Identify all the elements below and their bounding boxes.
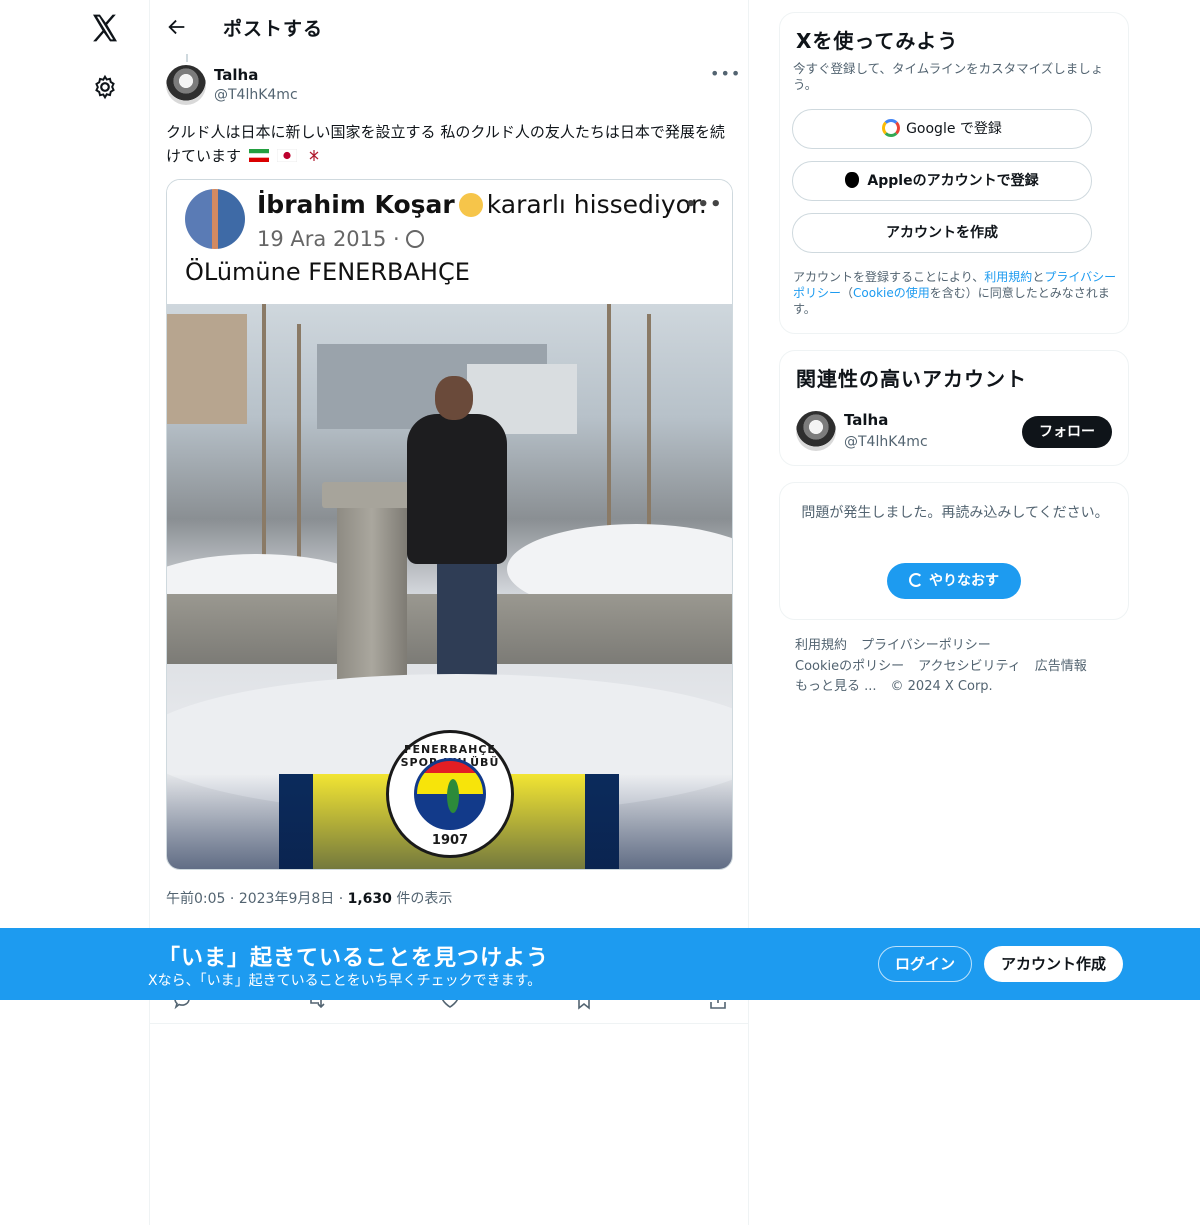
fenerbahce-crest-icon: FENERBAHÇE SPOR KULÜBÜ 1907 bbox=[386, 730, 514, 858]
signup-card: Xを使ってみよう 今すぐ登録して、タイムラインをカスタマイズしましょう。 Goo… bbox=[779, 12, 1129, 334]
related-handle[interactable]: @T4lhK4mc bbox=[844, 434, 928, 450]
person-legs bbox=[437, 559, 497, 679]
embedded-post-text: ÖLümüne FENERBAHÇE bbox=[185, 258, 470, 286]
embedded-post-date: 19 Ara 2015 · bbox=[257, 227, 425, 251]
stone-pillar bbox=[337, 494, 407, 684]
tweet-media-image[interactable]: İbrahim Koşar kararlı hissediyor. 19 Ara … bbox=[166, 179, 733, 870]
embedded-post-name: İbrahim Koşar kararlı hissediyor. bbox=[257, 190, 707, 219]
footer-more-link[interactable]: もっと見る ... bbox=[795, 679, 877, 694]
related-title: 関連性の高いアカウント bbox=[796, 367, 1027, 391]
refresh-icon bbox=[909, 573, 923, 587]
thread-line bbox=[186, 54, 188, 62]
left-nav bbox=[0, 0, 150, 1225]
globe-icon bbox=[406, 230, 425, 248]
bottom-signup-banner: 「いま」起きていることを見つけよう Xなら、「いま」起きていることをいち早くチェ… bbox=[0, 928, 1200, 1000]
terms-link[interactable]: 利用規約 bbox=[984, 270, 1032, 284]
crest-year: 1907 bbox=[431, 833, 469, 848]
tree bbox=[647, 314, 651, 554]
smiley-emoji-icon bbox=[458, 193, 483, 217]
iran-flag-icon bbox=[248, 149, 269, 162]
retry-button[interactable]: やりなおす bbox=[887, 563, 1021, 599]
signup-legal-text: アカウントを登録することにより、利用規約とプライバシーポリシー（Cookieの使… bbox=[793, 269, 1123, 317]
related-avatar[interactable] bbox=[796, 411, 836, 451]
google-signup-label: Google で登録 bbox=[906, 121, 1002, 137]
create-account-button[interactable]: アカウントを作成 bbox=[792, 213, 1092, 253]
tweet-meta: 午前0:05 · 2023年9月8日 · 1,630 件の表示 bbox=[166, 888, 452, 908]
embedded-post-photo: FENERBAHÇE SPOR KULÜBÜ 1907 bbox=[167, 304, 732, 869]
x-logo-icon[interactable] bbox=[89, 12, 121, 44]
tree bbox=[297, 324, 301, 574]
japan-flag-icon bbox=[276, 149, 297, 162]
building bbox=[167, 314, 247, 424]
apple-signup-button[interactable]: Appleのアカウントで登録 bbox=[792, 161, 1092, 201]
related-name[interactable]: Talha bbox=[844, 411, 888, 429]
page-header: ポストする bbox=[150, 0, 749, 54]
banner-subtitle: Xなら、「いま」起きていることをいち早くチェックできます。 bbox=[148, 973, 542, 989]
apple-icon bbox=[845, 172, 860, 188]
tweet-text: クルド人は日本に新しい国家を設立する 私のクルド人の友人たちは日本で発展を続けて… bbox=[166, 120, 736, 168]
retry-label: やりなおす bbox=[929, 573, 999, 589]
author-name[interactable]: Talha bbox=[214, 66, 258, 84]
more-options-icon[interactable]: ••• bbox=[710, 66, 740, 84]
back-arrow-icon[interactable] bbox=[166, 16, 188, 38]
footer-privacy-link[interactable]: プライバシーポリシー bbox=[861, 638, 991, 653]
meta-separator: · bbox=[338, 891, 348, 907]
follow-button[interactable]: フォロー bbox=[1022, 416, 1112, 448]
google-signup-button[interactable]: Google で登録 bbox=[792, 109, 1092, 149]
symbol-icon bbox=[304, 149, 325, 162]
footer-accessibility-link[interactable]: アクセシビリティ bbox=[918, 659, 1021, 674]
author-avatar[interactable] bbox=[166, 65, 206, 105]
footer-ads-link[interactable]: 広告情報 bbox=[1035, 659, 1087, 674]
views-count: 1,630 bbox=[347, 891, 392, 907]
views-label: 件の表示 bbox=[396, 891, 453, 907]
tree bbox=[262, 304, 266, 564]
error-message: 問題が発生しました。再読み込みしてください。 bbox=[801, 505, 1109, 521]
embedded-post-date-text: 19 Ara 2015 · bbox=[257, 227, 400, 251]
signup-card-title: Xを使ってみよう bbox=[796, 29, 959, 53]
error-card: 問題が発生しました。再読み込みしてください。 やりなおす bbox=[779, 482, 1129, 620]
person-jacket bbox=[407, 414, 507, 564]
tweet-time[interactable]: 午前0:05 bbox=[166, 891, 225, 907]
footer-cookie-link[interactable]: Cookieのポリシー bbox=[795, 659, 904, 674]
sidebar-footer: 利用規約 プライバシーポリシー Cookieのポリシー アクセシビリティ 広告情報 も… bbox=[795, 636, 1125, 698]
embedded-more-icon: ••• bbox=[685, 194, 723, 215]
signup-card-subtitle: 今すぐ登録して、タイムラインをカスタマイズしましょう。 bbox=[793, 61, 1104, 92]
page-title: ポストする bbox=[223, 18, 324, 40]
crest-leaf bbox=[447, 779, 459, 813]
footer-row: もっと見る ... © 2024 X Corp. bbox=[795, 677, 1125, 698]
signup-button[interactable]: アカウント作成 bbox=[984, 946, 1123, 982]
footer-terms-link[interactable]: 利用規約 bbox=[795, 638, 847, 653]
legal-text-1: アカウントを登録することにより、 bbox=[793, 270, 985, 284]
apple-signup-label: Appleのアカウントで登録 bbox=[867, 173, 1039, 189]
tweet-date[interactable]: 2023年9月8日 bbox=[239, 891, 334, 907]
embedded-post-author: İbrahim Koşar bbox=[257, 190, 455, 219]
footer-copyright: © 2024 X Corp. bbox=[890, 679, 993, 694]
tree bbox=[607, 304, 611, 534]
related-accounts-card: 関連性の高いアカウント Talha @T4lhK4mc フォロー bbox=[779, 350, 1129, 466]
embedded-post-status: kararlı hissediyor. bbox=[486, 190, 707, 219]
banner-title: 「いま」起きていることを見つけよう bbox=[158, 946, 550, 971]
login-button[interactable]: ログイン bbox=[878, 946, 972, 982]
cookie-link[interactable]: Cookieの使用 bbox=[853, 286, 930, 300]
main-column: ポストする Talha @T4lhK4mc ••• クルド人は日本に新しい国家を… bbox=[149, 0, 749, 1225]
settings-gear-icon[interactable] bbox=[92, 74, 118, 100]
embedded-post-avatar bbox=[185, 189, 245, 249]
legal-text-2: と bbox=[1032, 270, 1045, 284]
person-head bbox=[435, 376, 473, 420]
author-handle[interactable]: @T4lhK4mc bbox=[214, 87, 298, 103]
google-icon bbox=[882, 119, 901, 137]
footer-row: Cookieのポリシー アクセシビリティ 広告情報 bbox=[795, 657, 1125, 678]
legal-text-3: （ bbox=[841, 286, 854, 300]
meta-separator: · bbox=[229, 891, 239, 907]
crest-inner bbox=[414, 758, 486, 830]
footer-row: 利用規約 プライバシーポリシー bbox=[795, 636, 1125, 657]
embedded-post-header: İbrahim Koşar kararlı hissediyor. 19 Ara … bbox=[167, 180, 732, 304]
